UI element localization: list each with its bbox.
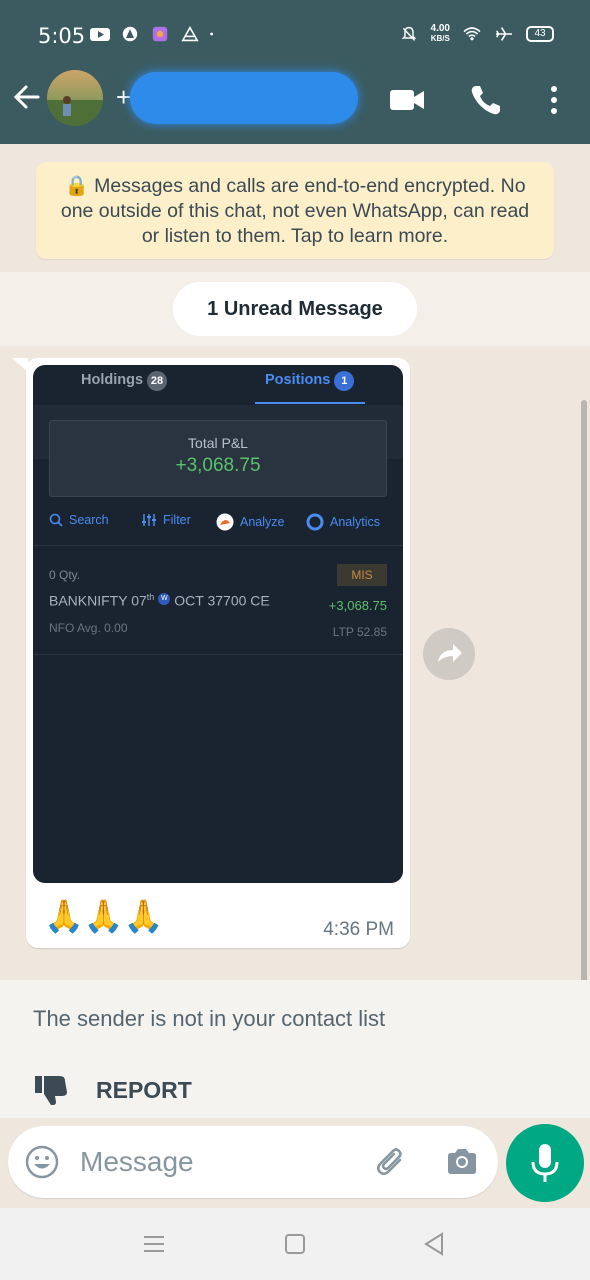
tab-positions-label: Positions bbox=[265, 372, 331, 388]
contact-name-prefix[interactable]: + bbox=[116, 82, 131, 113]
tab-positions: Positions 1 bbox=[265, 371, 355, 391]
divider bbox=[33, 654, 403, 655]
tool-filter-label: Filter bbox=[163, 513, 191, 527]
composer bbox=[0, 1118, 590, 1208]
dot-icon bbox=[210, 32, 213, 36]
chat-header: + bbox=[0, 70, 590, 144]
screenshot-tabs: Holdings 28 Positions 1 bbox=[33, 365, 403, 405]
symbol-prefix: BANKNIFTY 07 bbox=[49, 592, 147, 609]
tool-search-label: Search bbox=[69, 513, 109, 527]
back-nav-icon[interactable] bbox=[420, 1230, 448, 1258]
weekly-badge: W bbox=[158, 593, 171, 605]
video-call-icon[interactable] bbox=[388, 80, 428, 120]
status-right-icons: 4.00 KB/S 43 bbox=[399, 24, 554, 44]
search-icon bbox=[49, 513, 63, 527]
encryption-notice[interactable]: 🔒 Messages and calls are end-to-end encr… bbox=[36, 162, 554, 259]
tool-search: Search bbox=[49, 513, 109, 527]
unread-divider: 1 Unread Message bbox=[0, 272, 590, 346]
report-label: REPORT bbox=[96, 1076, 192, 1103]
product-badge: MIS bbox=[337, 564, 387, 586]
tool-analyze-label: Analyze bbox=[240, 515, 285, 529]
mute-icon bbox=[401, 26, 416, 41]
scrollbar[interactable] bbox=[581, 400, 587, 980]
forward-icon[interactable] bbox=[423, 628, 475, 680]
position-ltp: LTP 52.85 bbox=[332, 625, 387, 639]
active-tab-indicator bbox=[255, 402, 365, 404]
voice-call-icon[interactable] bbox=[466, 80, 506, 120]
position-row: 0 Qty. MIS BANKNIFTY 07th W OCT 37700 CE +… bbox=[33, 546, 403, 654]
analytics-icon bbox=[306, 513, 324, 531]
position-symbol: BANKNIFTY 07th W OCT 37700 CE bbox=[49, 592, 270, 609]
avatar[interactable] bbox=[47, 70, 103, 126]
tool-analyze: Analyze bbox=[216, 513, 284, 531]
tab-holdings: Holdings 28 bbox=[81, 371, 168, 391]
tool-analytics: Analytics bbox=[306, 513, 380, 531]
mic-icon bbox=[531, 1144, 559, 1182]
symbol-suffix: OCT 37700 CE bbox=[174, 592, 270, 609]
analyze-icon bbox=[216, 513, 234, 531]
position-exchange-avg: NFO Avg. 0.00 bbox=[49, 621, 128, 635]
position-pnl: +3,068.75 bbox=[328, 598, 387, 613]
home-icon[interactable] bbox=[281, 1230, 309, 1258]
airplane-icon bbox=[496, 27, 512, 41]
status-left-icons bbox=[90, 26, 218, 42]
message-input[interactable] bbox=[80, 1140, 350, 1184]
tool-filter: Filter bbox=[141, 513, 191, 527]
status-time: 5:05 bbox=[38, 24, 86, 48]
chat-area[interactable]: 🔒 Messages and calls are end-to-end encr… bbox=[0, 144, 590, 980]
youtube-icon bbox=[90, 28, 110, 41]
camera-icon[interactable] bbox=[444, 1144, 480, 1180]
network-speed: 4.00 KB/S bbox=[431, 24, 450, 44]
shared-screenshot-image[interactable]: Holdings 28 Positions 1 Total P&L +3,068.7… bbox=[33, 365, 403, 883]
mic-button[interactable] bbox=[506, 1124, 584, 1202]
signal-app-icon bbox=[181, 26, 199, 42]
incoming-message-bubble[interactable]: Holdings 28 Positions 1 Total P&L +3,068.7… bbox=[26, 358, 410, 948]
tool-analytics-label: Analytics bbox=[330, 515, 381, 529]
redacted-contact-name[interactable] bbox=[130, 72, 358, 124]
system-nav-bar bbox=[0, 1208, 590, 1280]
emoji-icon[interactable] bbox=[24, 1144, 60, 1180]
attach-icon[interactable] bbox=[372, 1144, 408, 1180]
unknown-sender-panel: The sender is not in your contact list R… bbox=[0, 980, 590, 1118]
total-pnl-value: +3,068.75 bbox=[175, 455, 261, 476]
more-vert-icon[interactable] bbox=[534, 80, 574, 120]
unread-messages-label: 1 Unread Message bbox=[173, 282, 417, 336]
total-pnl-label: Total P&L bbox=[188, 435, 248, 451]
app-icon bbox=[122, 26, 138, 42]
holdings-count-badge: 28 bbox=[147, 371, 168, 391]
status-bar: 5:05 4.00 KB/S 43 bbox=[0, 0, 590, 70]
gallery-icon bbox=[152, 26, 168, 42]
tab-holdings-label: Holdings bbox=[81, 372, 144, 388]
recents-icon[interactable] bbox=[140, 1230, 168, 1258]
wifi-icon bbox=[463, 27, 481, 41]
battery-icon: 43 bbox=[526, 26, 554, 42]
filter-icon bbox=[142, 514, 156, 526]
screenshot-toolbar: Search Filter Analyze Analytics bbox=[33, 513, 403, 537]
symbol-sup: th bbox=[146, 592, 155, 602]
message-time: 4:36 PM bbox=[323, 919, 394, 940]
network-speed-value: 4.00 bbox=[430, 23, 450, 34]
position-qty: 0 Qty. bbox=[49, 568, 81, 582]
report-button[interactable]: REPORT bbox=[34, 1074, 192, 1106]
unknown-sender-text: The sender is not in your contact list bbox=[33, 1006, 386, 1031]
top-bar: 5:05 4.00 KB/S 43 + bbox=[0, 0, 590, 144]
message-emojis: 🙏🙏🙏 bbox=[44, 898, 164, 934]
message-box[interactable] bbox=[8, 1126, 498, 1198]
back-arrow-icon[interactable] bbox=[12, 82, 42, 112]
thumbs-down-icon bbox=[35, 1076, 67, 1105]
total-pnl-card: Total P&L +3,068.75 bbox=[49, 420, 387, 497]
network-speed-unit: KB/S bbox=[430, 34, 450, 43]
positions-count-badge: 1 bbox=[334, 371, 355, 391]
